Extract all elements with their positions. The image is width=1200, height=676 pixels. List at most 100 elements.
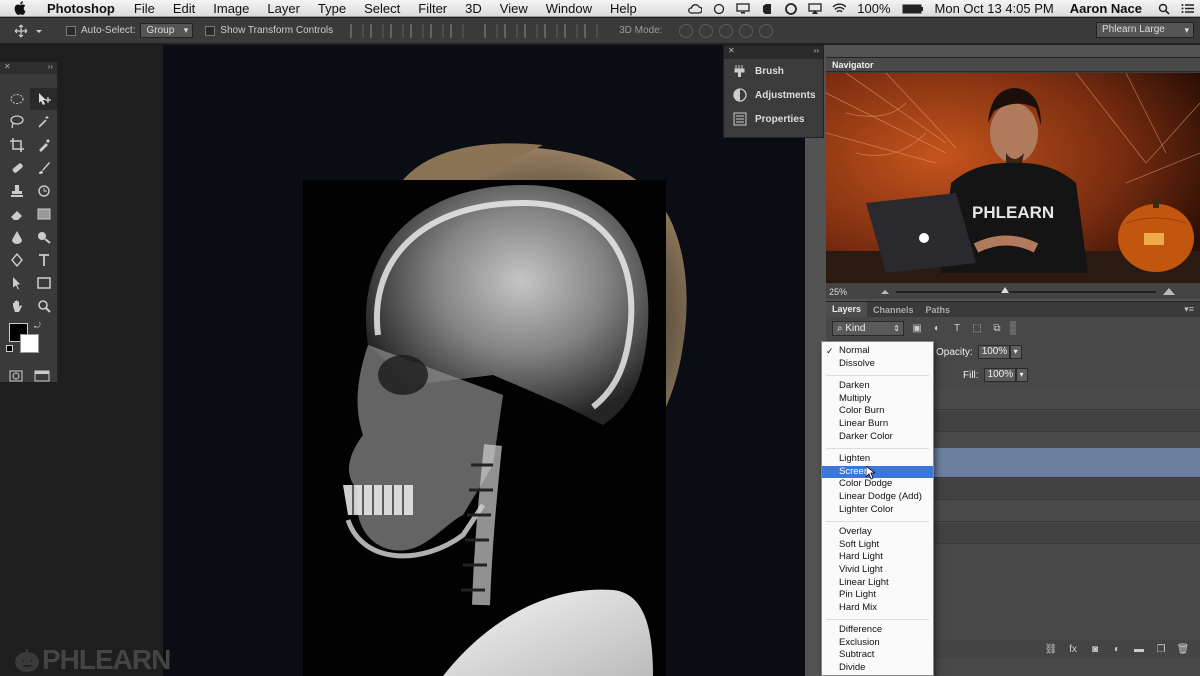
menu-edit[interactable]: Edit xyxy=(164,0,204,17)
blend-mode-soft-light[interactable]: Soft Light xyxy=(822,539,933,552)
history-brush-icon[interactable] xyxy=(30,180,57,202)
menu-help[interactable]: Help xyxy=(601,0,646,17)
move-tool-preset[interactable] xyxy=(14,21,54,41)
new-group-icon[interactable]: ▬ xyxy=(1132,643,1146,655)
lasso-tool-icon[interactable] xyxy=(3,111,30,133)
distribute-vcenter-icon[interactable] xyxy=(504,23,519,38)
delete-layer-icon[interactable]: 🗑 xyxy=(1176,643,1190,655)
add-mask-icon[interactable]: ◙ xyxy=(1088,643,1102,655)
notification-center-icon[interactable] xyxy=(1181,3,1195,15)
menu-file[interactable]: File xyxy=(125,0,164,17)
adjustments-panel-button[interactable]: Adjustments xyxy=(724,83,823,107)
tab-channels[interactable]: Channels xyxy=(867,305,920,315)
align-right-icon[interactable] xyxy=(450,23,465,38)
distribute-top-icon[interactable] xyxy=(484,23,499,38)
menu-select[interactable]: Select xyxy=(355,0,409,17)
layer-style-icon[interactable]: fx xyxy=(1066,643,1080,655)
filter-type-icon[interactable]: T xyxy=(950,321,964,335)
auto-select-dropdown[interactable]: Group xyxy=(140,23,194,38)
fill-dropdown-arrow[interactable]: ▾ xyxy=(1015,368,1028,382)
pen-tool-icon[interactable] xyxy=(3,249,30,271)
airplay-icon[interactable] xyxy=(808,2,822,15)
eraser-icon[interactable] xyxy=(3,203,30,225)
filter-pixel-icon[interactable]: ▣ xyxy=(910,321,924,335)
blend-mode-dissolve[interactable]: Dissolve xyxy=(822,358,933,371)
tab-layers[interactable]: Layers xyxy=(826,302,868,317)
brush-tool-icon[interactable] xyxy=(30,157,57,179)
filter-toggle-icon[interactable] xyxy=(1010,321,1016,335)
zoom-out-icon[interactable] xyxy=(880,287,890,297)
3d-drag-icon[interactable] xyxy=(719,23,734,38)
blend-mode-overlay[interactable]: Overlay xyxy=(822,526,933,539)
collapse-icon[interactable]: ›› xyxy=(48,62,53,74)
apple-icon[interactable] xyxy=(12,1,28,15)
new-layer-icon[interactable]: ❐ xyxy=(1154,643,1168,655)
blend-mode-vivid-light[interactable]: Vivid Light xyxy=(822,564,933,577)
menu-layer[interactable]: Layer xyxy=(258,0,309,17)
distribute-right-icon[interactable] xyxy=(584,23,599,38)
marquee-tool-icon[interactable] xyxy=(3,88,30,110)
blend-mode-subtract[interactable]: Subtract xyxy=(822,649,933,662)
align-hcenter-icon[interactable] xyxy=(430,23,445,38)
close-icon[interactable]: ✕ xyxy=(4,62,11,74)
clone-stamp-icon[interactable] xyxy=(3,180,30,202)
blend-mode-linear-burn[interactable]: Linear Burn xyxy=(822,418,933,431)
display-icon[interactable] xyxy=(736,3,750,15)
menu-view[interactable]: View xyxy=(491,0,537,17)
healing-brush-icon[interactable] xyxy=(3,157,30,179)
blend-mode-normal[interactable]: Normal xyxy=(822,345,933,358)
opacity-input[interactable]: 100% xyxy=(977,345,1010,359)
evernote-icon[interactable] xyxy=(760,3,774,15)
blend-mode-lighten[interactable]: Lighten xyxy=(822,453,933,466)
auto-select-checkbox[interactable] xyxy=(66,25,76,36)
blend-mode-darker-color[interactable]: Darker Color xyxy=(822,431,933,444)
rectangle-tool-icon[interactable] xyxy=(30,272,57,294)
3d-slide-icon[interactable] xyxy=(739,23,754,38)
3d-scale-icon[interactable] xyxy=(759,23,774,38)
clock[interactable]: Mon Oct 13 4:05 PM xyxy=(929,1,1060,16)
menu-3d[interactable]: 3D xyxy=(456,0,491,17)
blend-mode-color-dodge[interactable]: Color Dodge xyxy=(822,478,933,491)
blend-mode-pin-light[interactable]: Pin Light xyxy=(822,589,933,602)
magic-wand-icon[interactable] xyxy=(30,111,57,133)
blend-mode-darken[interactable]: Darken xyxy=(822,380,933,393)
navigator-preview[interactable]: PHLEARN xyxy=(826,73,1200,283)
distribute-left-icon[interactable] xyxy=(544,23,559,38)
new-adjustment-layer-icon[interactable]: ◐ xyxy=(1110,643,1124,655)
move-tool-icon[interactable] xyxy=(30,88,57,110)
distribute-bottom-icon[interactable] xyxy=(524,23,539,38)
navigator-tab[interactable]: Navigator xyxy=(826,58,1200,72)
blend-mode-color-burn[interactable]: Color Burn xyxy=(822,405,933,418)
blend-mode-hard-light[interactable]: Hard Light xyxy=(822,551,933,564)
path-selection-icon[interactable] xyxy=(3,272,30,294)
filter-adjustment-icon[interactable]: ◐ xyxy=(930,321,944,335)
menu-image[interactable]: Image xyxy=(204,0,258,17)
filter-kind-dropdown[interactable]: ⌕ Kind xyxy=(832,320,904,336)
link-layers-icon[interactable]: ⛓ xyxy=(1044,643,1058,655)
align-bottom-icon[interactable] xyxy=(390,23,405,38)
background-color-swatch[interactable] xyxy=(20,334,39,353)
swap-colors-icon[interactable]: ⤾ xyxy=(34,321,41,331)
sync-icon[interactable] xyxy=(712,3,726,15)
quick-mask-icon[interactable] xyxy=(5,365,27,387)
blend-mode-difference[interactable]: Difference xyxy=(822,624,933,637)
zoom-in-icon[interactable] xyxy=(1162,286,1176,298)
hand-tool-icon[interactable] xyxy=(3,295,30,317)
wifi-icon[interactable] xyxy=(832,3,847,15)
spotlight-icon[interactable] xyxy=(1157,3,1171,15)
workspace-switcher[interactable]: Phlearn Large xyxy=(1096,22,1194,38)
blend-mode-screen[interactable]: Screen xyxy=(822,465,933,479)
panel-menu-icon[interactable]: ▾≡ xyxy=(1184,304,1200,315)
zoom-percent[interactable]: 25% xyxy=(829,287,847,297)
gradient-tool-icon[interactable] xyxy=(30,203,57,225)
blend-mode-divide[interactable]: Divide xyxy=(822,662,933,675)
expand-icon[interactable]: ›› xyxy=(814,46,819,59)
close-icon[interactable]: ✕ xyxy=(728,46,735,59)
eyedropper-icon[interactable] xyxy=(30,134,57,156)
menu-type[interactable]: Type xyxy=(309,0,355,17)
cloud-icon[interactable] xyxy=(688,3,703,15)
align-top-icon[interactable] xyxy=(350,23,365,38)
creative-cloud-icon[interactable] xyxy=(784,2,798,15)
align-vcenter-icon[interactable] xyxy=(370,23,385,38)
filter-smart-object-icon[interactable]: ⧉ xyxy=(990,321,1004,335)
